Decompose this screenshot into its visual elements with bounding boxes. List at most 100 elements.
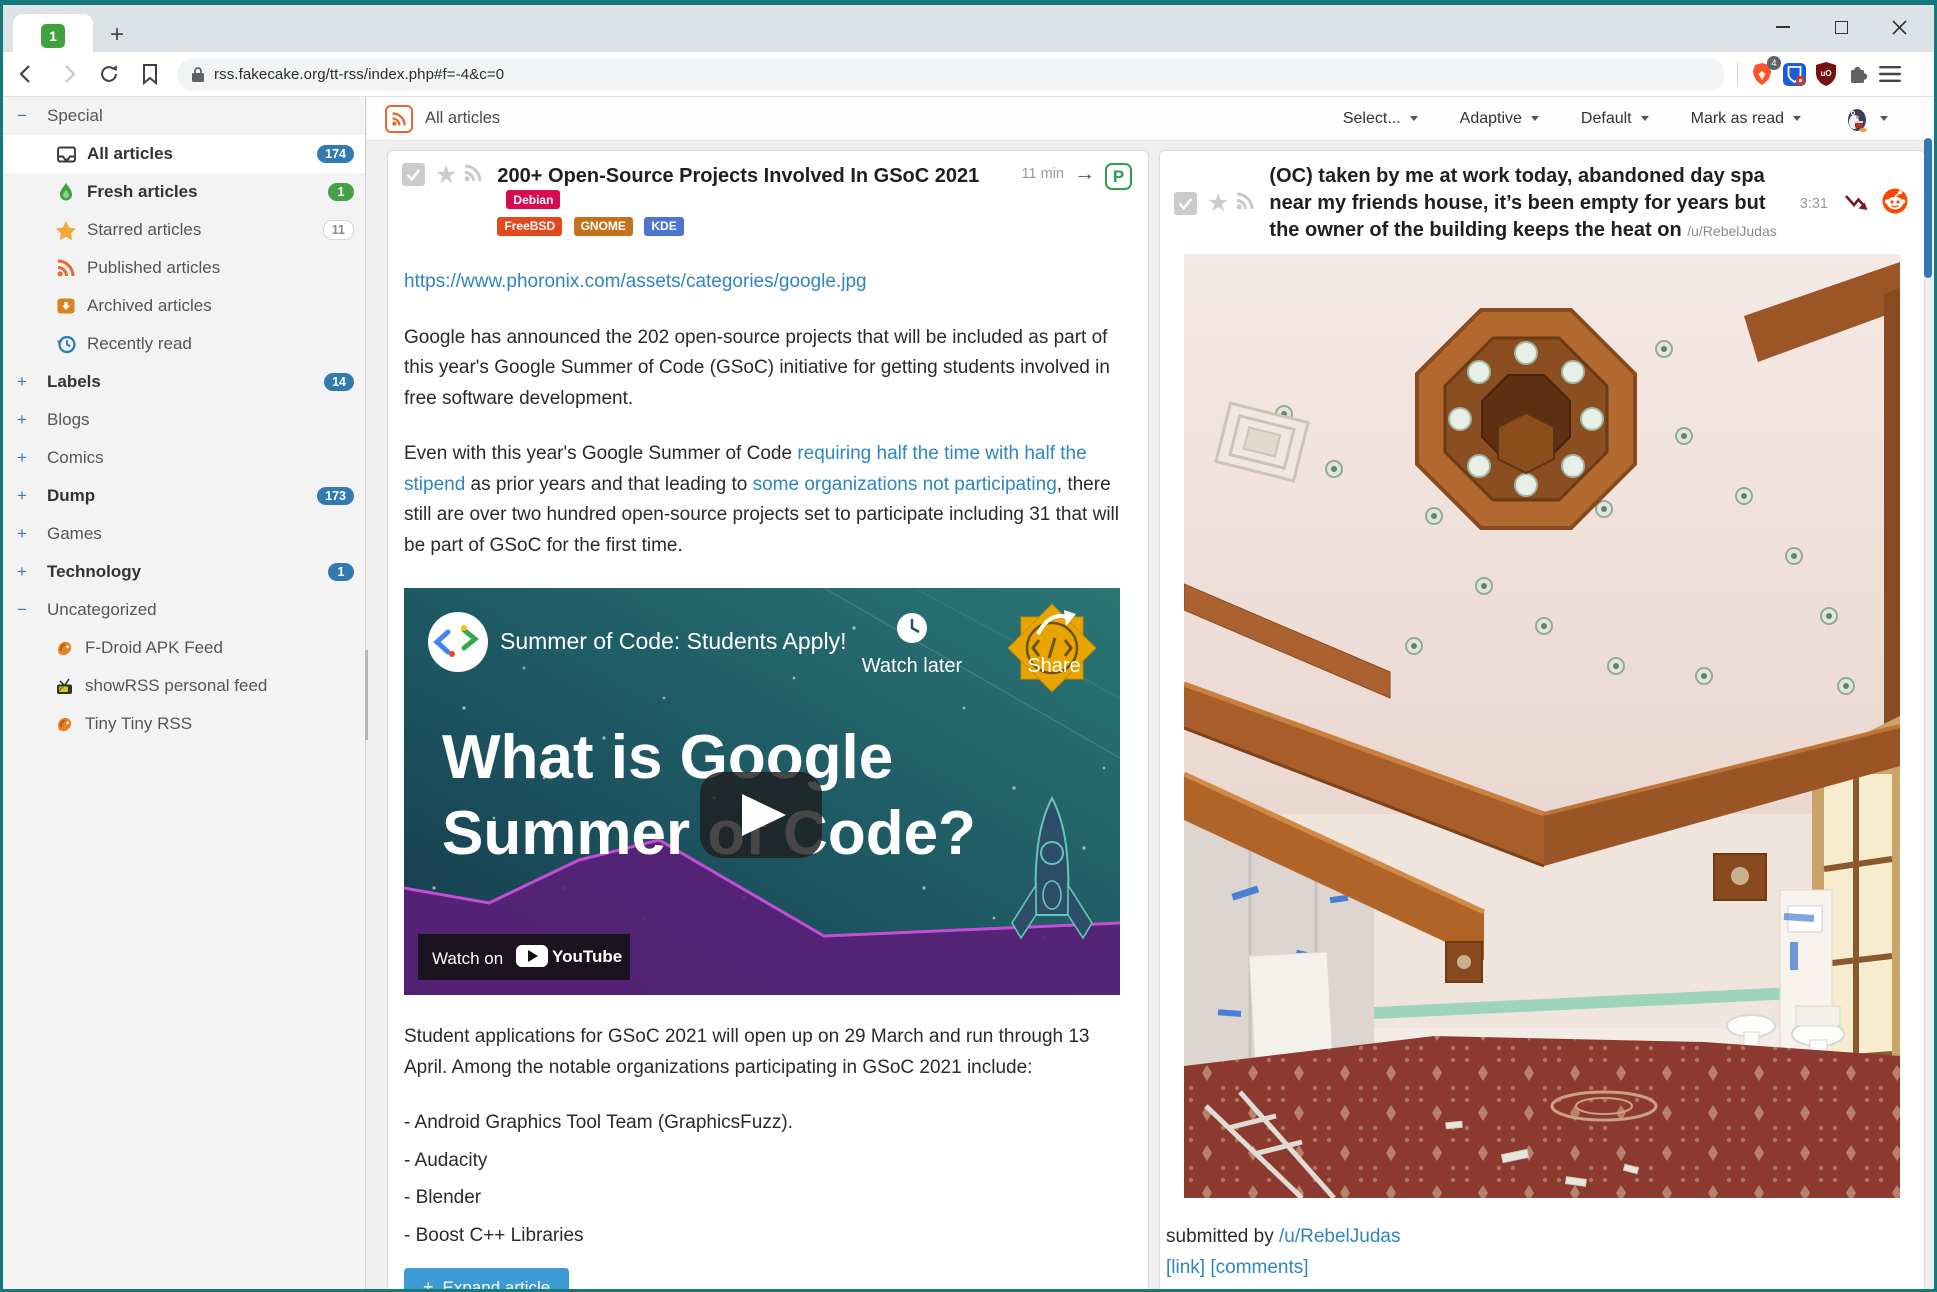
ublock-button[interactable]: uO: [1810, 58, 1842, 90]
collapse-icon[interactable]: −: [17, 106, 31, 126]
sidebar-category-comics[interactable]: + Comics: [3, 439, 365, 477]
star-toggle-icon[interactable]: ★: [435, 163, 457, 238]
new-tab-button[interactable]: +: [101, 19, 133, 51]
sidebar-item-archived-articles[interactable]: Archived articles: [3, 287, 365, 325]
expand-icon[interactable]: +: [17, 448, 31, 468]
browser-window: 1 + rss.fakecake.org/tt-rss/index.php#f=…: [0, 0, 1937, 1292]
sidebar-section-special[interactable]: − Special: [3, 97, 365, 135]
article-checkbox[interactable]: [402, 163, 425, 186]
sidebar-feed-fdroid[interactable]: F-Droid APK Feed: [3, 629, 365, 667]
forward-button[interactable]: [51, 57, 85, 91]
feed-label: Fresh articles: [87, 182, 328, 202]
recently-read-icon: [55, 333, 77, 355]
minimize-button[interactable]: [1754, 5, 1812, 49]
paragraph: Student applications for GSoC 2021 will …: [404, 1022, 1130, 1083]
expand-icon[interactable]: +: [17, 524, 31, 544]
lock-icon: [191, 66, 205, 83]
sidebar-category-blogs[interactable]: + Blogs: [3, 401, 365, 439]
category-label: Games: [47, 524, 365, 544]
mark-as-read-dropdown[interactable]: Mark as read: [1691, 110, 1801, 128]
category-label: Dump: [47, 486, 317, 506]
profile-menu[interactable]: [1843, 105, 1888, 133]
sidebar-splitter[interactable]: [365, 650, 368, 740]
watch-on-youtube-button[interactable]: Watch on YouTube: [418, 934, 630, 980]
sidebar-item-all-articles[interactable]: All articles 174: [3, 135, 365, 173]
thumbnail-headline-1: What is Google: [442, 723, 893, 792]
bitwarden-button[interactable]: [1778, 58, 1810, 90]
view-mode-dropdown[interactable]: Adaptive: [1460, 110, 1539, 128]
author-link[interactable]: /u/RebelJudas: [1279, 1226, 1400, 1247]
svg-text:uO: uO: [1820, 69, 1831, 78]
sidebar-category-games[interactable]: + Games: [3, 515, 365, 553]
select-dropdown[interactable]: Select...: [1343, 110, 1418, 128]
play-button[interactable]: [700, 772, 822, 858]
section-label: Special: [47, 106, 365, 126]
open-original-arrow-icon[interactable]: →: [1074, 163, 1095, 238]
feed-tree-sidebar: − Special All articles 174 Fresh article…: [3, 97, 366, 1289]
sidebar-category-technology[interactable]: + Technology 1: [3, 553, 365, 591]
tab-favicon: 1: [41, 24, 65, 48]
puzzle-icon: [1846, 62, 1870, 86]
article-title-link[interactable]: 200+ Open-Source Projects Involved In GS…: [497, 165, 979, 187]
sidebar-item-recently-read[interactable]: Recently read: [3, 325, 365, 363]
phoronix-site-icon[interactable]: P: [1105, 163, 1132, 190]
svg-text:Share: Share: [1027, 655, 1080, 677]
youtube-embed[interactable]: Summer of Code: Students Apply! Watch la…: [404, 588, 1120, 995]
url-text: rss.fakecake.org/tt-rss/index.php#f=-4&c…: [214, 66, 504, 83]
sidebar-item-published-articles[interactable]: Published articles: [3, 249, 365, 287]
org-list-item: - Boost C++ Libraries: [404, 1221, 1130, 1252]
expand-icon[interactable]: +: [17, 372, 31, 392]
extensions-button[interactable]: [1842, 58, 1874, 90]
image-link[interactable]: https://www.phoronix.com/assets/categori…: [404, 271, 867, 292]
sort-order-label: Default: [1581, 110, 1632, 128]
close-button[interactable]: [1870, 5, 1928, 49]
expand-icon[interactable]: +: [17, 410, 31, 430]
sidebar-category-dump[interactable]: + Dump 173: [3, 477, 365, 515]
fdroid-feed-favicon: [53, 637, 75, 659]
category-label: Labels: [47, 372, 324, 392]
publish-toggle-icon[interactable]: [1235, 191, 1255, 216]
check-icon: [1178, 197, 1193, 210]
expand-icon[interactable]: +: [17, 486, 31, 506]
reddit-links[interactable]: [link] [comments]: [1166, 1257, 1309, 1278]
scrollbar-thumb[interactable]: [1924, 138, 1932, 278]
collapse-icon[interactable]: −: [17, 600, 31, 620]
browser-menu-button[interactable]: [1874, 58, 1906, 90]
feed-label: All articles: [87, 144, 317, 164]
sidebar-feed-showrss[interactable]: showRSS personal feed: [3, 667, 365, 705]
star-toggle-icon[interactable]: ★: [1207, 191, 1229, 216]
forward-icon: [56, 62, 80, 86]
sort-order-dropdown[interactable]: Default: [1581, 110, 1649, 128]
browser-tab[interactable]: 1: [13, 14, 93, 57]
svg-text:Watch later: Watch later: [862, 655, 963, 677]
expand-icon[interactable]: +: [17, 562, 31, 582]
current-feed-icon: [385, 105, 413, 133]
brave-shields-button[interactable]: 4: [1746, 58, 1778, 90]
org-list-item: - Blender: [404, 1183, 1130, 1214]
sidebar-feed-ttrss[interactable]: Tiny Tiny RSS: [3, 705, 365, 743]
bookmark-button[interactable]: [133, 57, 167, 91]
back-button[interactable]: [10, 57, 44, 91]
youtube-wordmark: YouTube: [552, 947, 622, 966]
reload-button[interactable]: [92, 57, 126, 91]
close-icon: [1892, 20, 1907, 35]
sidebar-category-labels[interactable]: + Labels 14: [3, 363, 365, 401]
sidebar-item-starred-articles[interactable]: Starred articles 11: [3, 211, 365, 249]
carpet: [1184, 1036, 1900, 1198]
video-title[interactable]: Summer of Code: Students Apply!: [500, 628, 846, 654]
reddit-site-icon[interactable]: [1882, 188, 1908, 219]
article-checkbox[interactable]: [1174, 192, 1197, 215]
chevron-down-icon: [1410, 116, 1418, 121]
score-arrow-icon[interactable]: [1844, 192, 1870, 216]
feed-label: Starred articles: [87, 220, 323, 240]
sidebar-item-fresh-articles[interactable]: Fresh articles 1: [3, 173, 365, 211]
expand-article-button[interactable]: + Expand article: [404, 1268, 569, 1292]
publish-toggle-icon[interactable]: [463, 163, 483, 238]
sidebar-category-uncategorized[interactable]: − Uncategorized: [3, 591, 365, 629]
ttrss-app: − Special All articles 174 Fresh article…: [3, 97, 1934, 1289]
inline-link[interactable]: some organizations not participating: [753, 474, 1057, 495]
showrss-feed-favicon: [53, 675, 75, 697]
label-badge-kde: KDE: [644, 217, 683, 236]
url-bar[interactable]: rss.fakecake.org/tt-rss/index.php#f=-4&c…: [177, 58, 1725, 91]
maximize-button[interactable]: [1812, 5, 1870, 49]
